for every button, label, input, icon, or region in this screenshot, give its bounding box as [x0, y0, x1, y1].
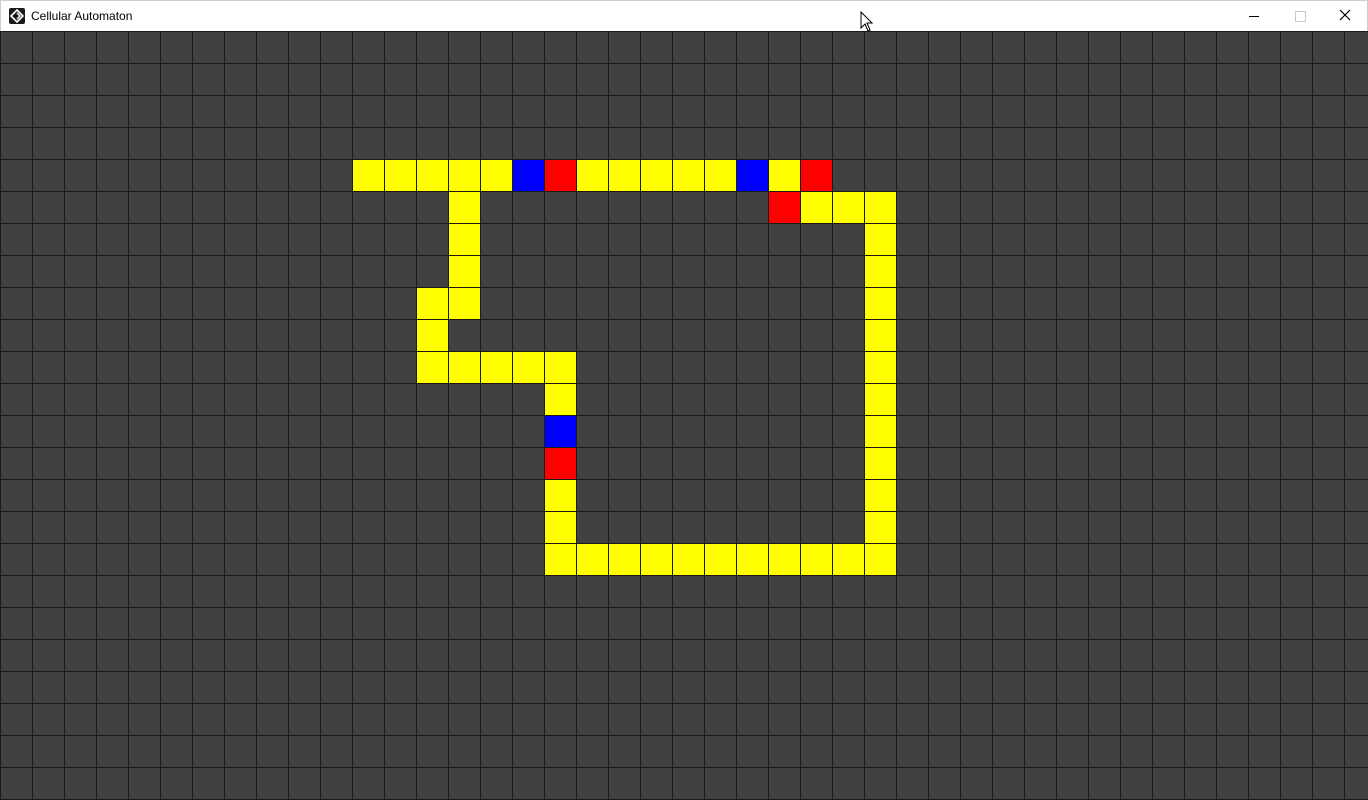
cell-yellow[interactable]	[864, 351, 896, 383]
cell-yellow[interactable]	[864, 287, 896, 319]
cell-yellow[interactable]	[544, 511, 576, 543]
close-button[interactable]	[1323, 1, 1368, 31]
cell-yellow[interactable]	[864, 319, 896, 351]
cell-yellow[interactable]	[800, 191, 832, 223]
cell-yellow[interactable]	[544, 351, 576, 383]
maximize-icon	[1295, 11, 1306, 22]
cell-blue[interactable]	[736, 159, 768, 191]
maximize-button[interactable]	[1277, 1, 1323, 31]
cell-yellow[interactable]	[864, 383, 896, 415]
cell-yellow[interactable]	[544, 479, 576, 511]
cell-yellow[interactable]	[480, 159, 512, 191]
cell-yellow[interactable]	[576, 159, 608, 191]
cell-yellow[interactable]	[448, 351, 480, 383]
cell-yellow[interactable]	[416, 351, 448, 383]
cell-yellow[interactable]	[864, 191, 896, 223]
window-title: Cellular Automaton	[31, 9, 133, 23]
cell-yellow[interactable]	[864, 223, 896, 255]
cell-yellow[interactable]	[608, 159, 640, 191]
mouse-cursor-icon	[860, 10, 874, 33]
cell-yellow[interactable]	[544, 383, 576, 415]
cell-yellow[interactable]	[864, 511, 896, 543]
cell-yellow[interactable]	[800, 543, 832, 575]
cell-yellow[interactable]	[640, 159, 672, 191]
cell-yellow[interactable]	[416, 159, 448, 191]
cell-yellow[interactable]	[864, 255, 896, 287]
cell-yellow[interactable]	[768, 543, 800, 575]
cell-red[interactable]	[768, 191, 800, 223]
cell-blue[interactable]	[544, 415, 576, 447]
cell-yellow[interactable]	[704, 159, 736, 191]
cell-yellow[interactable]	[416, 319, 448, 351]
cell-blue[interactable]	[512, 159, 544, 191]
cell-yellow[interactable]	[448, 191, 480, 223]
cell-red[interactable]	[544, 447, 576, 479]
close-icon	[1339, 9, 1351, 21]
automaton-grid[interactable]	[0, 31, 1368, 800]
cell-yellow[interactable]	[608, 543, 640, 575]
cell-yellow[interactable]	[672, 159, 704, 191]
cell-yellow[interactable]	[768, 159, 800, 191]
cell-yellow[interactable]	[416, 287, 448, 319]
cell-yellow[interactable]	[576, 543, 608, 575]
minimize-button[interactable]	[1231, 1, 1277, 31]
app-icon	[9, 8, 25, 24]
cell-yellow[interactable]	[864, 447, 896, 479]
cell-yellow[interactable]	[672, 543, 704, 575]
minimize-icon	[1249, 16, 1259, 17]
cell-yellow[interactable]	[480, 351, 512, 383]
cell-red[interactable]	[800, 159, 832, 191]
cell-yellow[interactable]	[448, 159, 480, 191]
cell-yellow[interactable]	[512, 351, 544, 383]
cell-yellow[interactable]	[352, 159, 384, 191]
cell-yellow[interactable]	[864, 415, 896, 447]
cell-yellow[interactable]	[448, 287, 480, 319]
cell-yellow[interactable]	[832, 543, 864, 575]
app-window: Cellular Automaton	[0, 0, 1368, 800]
cell-yellow[interactable]	[736, 543, 768, 575]
cell-red[interactable]	[544, 159, 576, 191]
cell-yellow[interactable]	[640, 543, 672, 575]
cell-yellow[interactable]	[832, 191, 864, 223]
cell-yellow[interactable]	[864, 479, 896, 511]
cell-yellow[interactable]	[544, 543, 576, 575]
grid-canvas[interactable]	[0, 31, 1368, 800]
cell-yellow[interactable]	[864, 543, 896, 575]
title-bar[interactable]: Cellular Automaton	[0, 0, 1368, 31]
cell-yellow[interactable]	[384, 159, 416, 191]
cell-yellow[interactable]	[448, 223, 480, 255]
cell-yellow[interactable]	[704, 543, 736, 575]
cell-yellow[interactable]	[448, 255, 480, 287]
